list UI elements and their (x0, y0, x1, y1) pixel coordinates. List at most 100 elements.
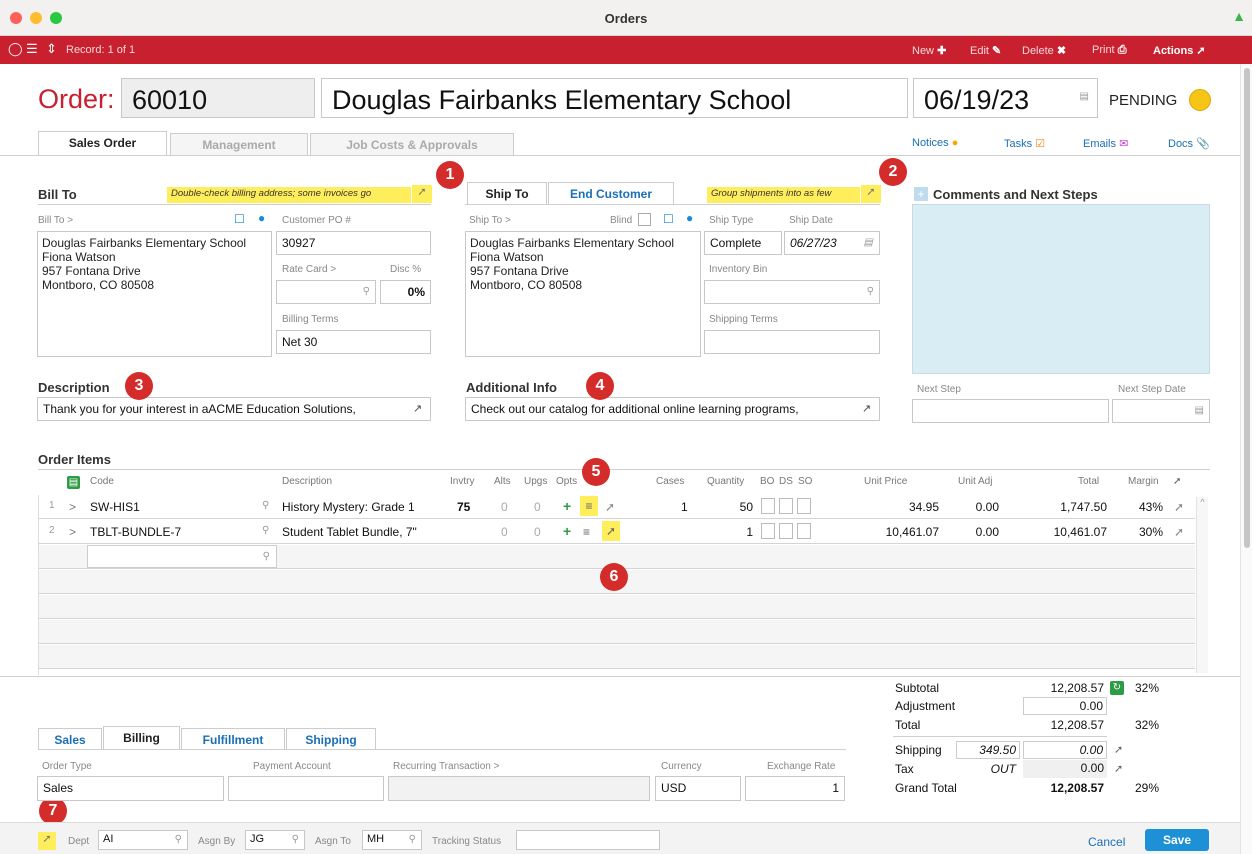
expand-row-icon[interactable]: > (69, 500, 76, 514)
tab-management[interactable]: Management (170, 133, 308, 155)
order-type-field[interactable]: Sales (37, 776, 224, 801)
actions-button[interactable]: Actions ➚ (1153, 44, 1206, 57)
tax-code[interactable]: OUT (960, 762, 1016, 776)
col-invtry[interactable]: Invtry (450, 476, 474, 487)
items-scrollbar[interactable]: ^ (1196, 497, 1208, 673)
ds-checkbox[interactable] (779, 498, 793, 514)
docs-link[interactable]: Docs 📎 (1168, 137, 1210, 150)
print-button[interactable]: Print ⎙ (1092, 44, 1127, 57)
col-code[interactable]: Code (90, 476, 114, 487)
blind-checkbox[interactable] (638, 213, 651, 226)
expand-icon[interactable]: ↗ (862, 402, 871, 415)
excel-icon[interactable]: ▤ (67, 476, 80, 489)
tab-ship-to[interactable]: Ship To (467, 182, 547, 204)
bo-checkbox[interactable] (761, 523, 775, 539)
scrollbar-thumb[interactable] (1244, 68, 1250, 548)
code-cell[interactable]: TBLT-BUNDLE-7 (90, 525, 181, 539)
bill-to-note[interactable]: Double-check billing address; some invoi… (167, 187, 411, 203)
ds-checkbox[interactable] (779, 523, 793, 539)
ship-type-field[interactable]: Complete (704, 231, 782, 255)
alts-cell[interactable]: 0 (501, 525, 508, 539)
new-button[interactable]: New ✚ (912, 44, 946, 57)
save-button[interactable]: Save (1145, 829, 1209, 851)
description-field[interactable]: Thank you for your interest in aACME Edu… (37, 397, 431, 421)
recurring-transaction-label[interactable]: Recurring Transaction > (393, 761, 499, 772)
exchange-rate-field[interactable]: 1 (745, 776, 845, 801)
pin-icon[interactable]: ➚ (605, 500, 615, 514)
so-checkbox[interactable] (797, 498, 811, 514)
order-date-field[interactable]: 06/19/23 ▤ (913, 78, 1098, 118)
tab-billing[interactable]: Billing (103, 726, 180, 750)
clipboard-icon[interactable]: ☐ (234, 212, 245, 226)
tracking-status-field[interactable] (516, 830, 660, 850)
shipping-cost-field[interactable]: 349.50 (956, 741, 1020, 759)
pin-icon[interactable]: ➚ (602, 521, 620, 541)
ship-to-address-box[interactable]: Douglas Fairbanks Elementary School Fion… (465, 231, 701, 357)
notices-link[interactable]: Notices ● (912, 137, 958, 149)
col-opts[interactable]: Opts (556, 476, 577, 487)
tab-sales[interactable]: Sales (38, 728, 102, 750)
col-unit-adj[interactable]: Unit Adj (958, 476, 992, 487)
recurring-transaction-field[interactable] (388, 776, 650, 801)
adjustment-field[interactable]: 0.00 (1023, 697, 1107, 715)
emails-link[interactable]: Emails ✉ (1083, 137, 1128, 150)
delete-button[interactable]: Delete ✖ (1022, 44, 1066, 57)
pin-icon[interactable]: ➚ (1173, 476, 1181, 487)
next-step-date-field[interactable]: ▤ (1112, 399, 1210, 423)
code-cell[interactable]: SW-HIS1 (90, 500, 140, 514)
assigned-to-field[interactable]: MH ⚲ (362, 830, 422, 850)
col-cases[interactable]: Cases (656, 476, 684, 487)
expand-row-icon[interactable]: > (69, 525, 76, 539)
list-icon[interactable]: ☰ (26, 41, 38, 57)
new-code-field[interactable]: ⚲ (87, 545, 277, 568)
add-option-icon[interactable]: + (563, 498, 571, 514)
table-row[interactable]: 2 > TBLT-BUNDLE-7 ⚲ Student Tablet Bundl… (39, 520, 1195, 544)
col-margin[interactable]: Margin (1128, 476, 1159, 487)
edit-button[interactable]: Edit ✎ (970, 44, 1001, 57)
tab-end-customer[interactable]: End Customer (548, 182, 674, 204)
search-icon[interactable]: ⚲ (262, 500, 269, 511)
customer-po-field[interactable]: 30927 (276, 231, 431, 255)
dept-field[interactable]: AI ⚲ (98, 830, 188, 850)
tab-job-costs-approvals[interactable]: Job Costs & Approvals (310, 133, 514, 155)
unit-adj-cell[interactable]: 0.00 (919, 525, 999, 539)
tab-fulfillment[interactable]: Fulfillment (181, 728, 285, 750)
description-cell[interactable]: History Mystery: Grade 1 (282, 500, 415, 514)
add-option-icon[interactable]: + (563, 523, 571, 539)
col-unit-price[interactable]: Unit Price (864, 476, 907, 487)
description-cell[interactable]: Student Tablet Bundle, 7" (282, 525, 417, 539)
upgs-cell[interactable]: 0 (534, 500, 541, 514)
tab-sales-order[interactable]: Sales Order (38, 131, 167, 156)
lines-icon[interactable]: ≡ (580, 496, 598, 516)
globe-icon[interactable]: ◯ (8, 41, 23, 57)
ship-to-label[interactable]: Ship To > (469, 215, 511, 226)
rate-card-label[interactable]: Rate Card > (282, 264, 336, 275)
quantity-cell[interactable]: 1 (729, 525, 753, 539)
bo-checkbox[interactable] (761, 498, 775, 514)
pin-icon[interactable]: ➚ (1174, 500, 1184, 514)
col-upgs[interactable]: Upgs (524, 476, 547, 487)
expand-icon[interactable]: ↗ (413, 402, 422, 415)
comments-textarea[interactable] (912, 204, 1210, 374)
pin-icon[interactable]: ➚ (1114, 743, 1123, 756)
currency-field[interactable]: USD (655, 776, 741, 801)
lines-icon[interactable]: ≡ (583, 525, 590, 539)
payment-account-field[interactable] (228, 776, 384, 801)
location-pin-icon[interactable]: ● (686, 211, 693, 225)
col-alts[interactable]: Alts (494, 476, 511, 487)
additional-info-field[interactable]: Check out our catalog for additional onl… (465, 397, 880, 421)
col-ds[interactable]: DS (779, 476, 793, 487)
col-bo[interactable]: BO (760, 476, 774, 487)
bill-note-pin-icon[interactable]: ➚ (412, 185, 432, 203)
customer-name-field[interactable]: Douglas Fairbanks Elementary School (321, 78, 908, 118)
assigned-by-field[interactable]: JG ⚲ (245, 830, 305, 850)
billing-terms-field[interactable]: Net 30 (276, 330, 431, 354)
col-so[interactable]: SO (798, 476, 812, 487)
ship-note-pin-icon[interactable]: ➚ (861, 185, 881, 203)
clipboard-icon[interactable]: ☐ (663, 212, 674, 226)
pin-icon[interactable]: ➚ (38, 832, 56, 850)
calendar-icon[interactable]: ▤ (1080, 91, 1089, 102)
col-description[interactable]: Description (282, 476, 332, 487)
bill-to-label[interactable]: Bill To > (38, 215, 73, 226)
upgs-cell[interactable]: 0 (534, 525, 541, 539)
